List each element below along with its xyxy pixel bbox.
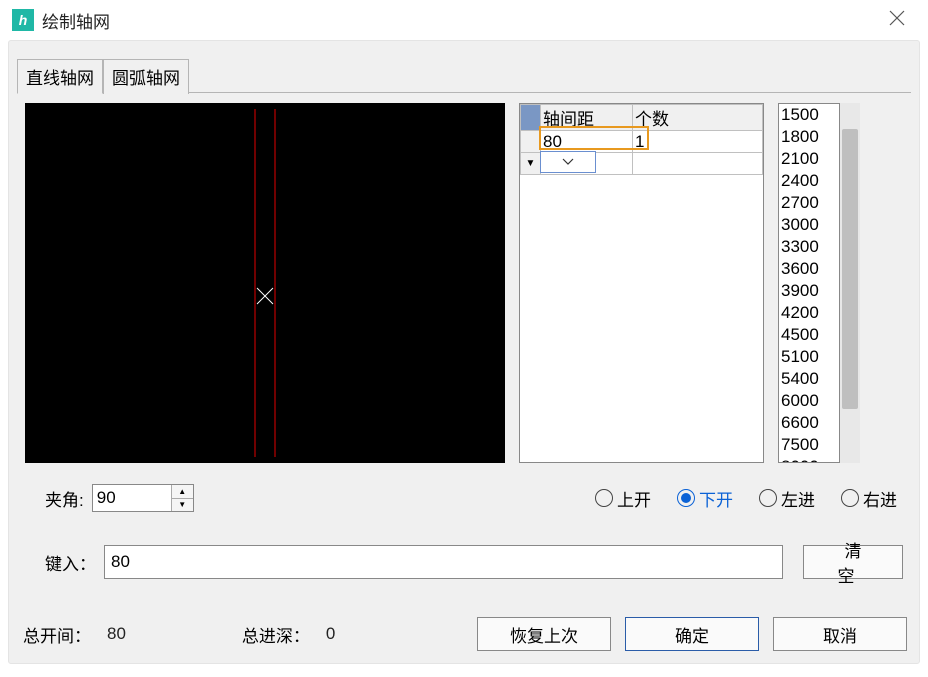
radio-down[interactable]: 下开 (677, 486, 733, 511)
direction-radios: 上开 下开 左进 右进 (595, 486, 911, 511)
angle-spin-down[interactable]: ▼ (172, 499, 193, 512)
key-input-field (104, 545, 783, 579)
preset-item[interactable]: 4200 (779, 302, 839, 324)
titlebar: h 绘制轴网 (0, 0, 928, 40)
clear-button[interactable]: 清空 (803, 545, 903, 579)
spacing-grid[interactable]: 轴间距 个数 80 1 ▼ (519, 103, 764, 463)
angle-row: 夹角: ▲ ▼ 上开 下开 (17, 481, 911, 515)
ok-button[interactable]: 确定 (625, 617, 759, 651)
chevron-down-icon (562, 158, 574, 166)
restore-button[interactable]: 恢复上次 (477, 617, 611, 651)
cell-count-new[interactable] (633, 153, 763, 175)
preset-item[interactable]: 2400 (779, 170, 839, 192)
preset-item[interactable]: 1800 (779, 126, 839, 148)
cancel-button[interactable]: 取消 (773, 617, 907, 651)
preset-item[interactable]: 6000 (779, 390, 839, 412)
radio-left-label: 左进 (781, 486, 815, 511)
grid-corner-cell[interactable] (521, 105, 541, 131)
col-header-count[interactable]: 个数 (633, 105, 763, 131)
preset-item[interactable]: 8000 (779, 456, 839, 463)
total-depth-label: 总进深： (242, 622, 310, 647)
radio-right-label: 右进 (863, 486, 897, 511)
scrollbar-thumb[interactable] (842, 129, 858, 409)
cell-count[interactable]: 1 (633, 131, 763, 153)
preset-item[interactable]: 5100 (779, 346, 839, 368)
window-title: 绘制轴网 (42, 8, 110, 33)
active-cell-highlight (539, 126, 649, 150)
cell-dropdown[interactable] (540, 151, 596, 173)
tab-arc-grid[interactable]: 圆弧轴网 (103, 59, 189, 94)
tab-content: 轴间距 个数 80 1 ▼ (17, 93, 911, 655)
key-input[interactable] (105, 546, 782, 578)
total-span-label: 总开间： (23, 622, 91, 647)
angle-label: 夹角: (45, 486, 84, 511)
input-row: 键入： 清空 (17, 543, 911, 581)
preset-item[interactable]: 4500 (779, 324, 839, 346)
dialog-window: h 绘制轴网 直线轴网 圆弧轴网 (0, 0, 928, 677)
close-icon (888, 9, 906, 27)
preset-item[interactable]: 7500 (779, 434, 839, 456)
preset-list[interactable]: 1500180021002400270030003300360039004200… (778, 103, 840, 463)
tab-linear-grid[interactable]: 直线轴网 (17, 59, 103, 94)
radio-left[interactable]: 左进 (759, 486, 815, 511)
preset-item[interactable]: 1500 (779, 104, 839, 126)
preset-item[interactable]: 3600 (779, 258, 839, 280)
radio-up-label: 上开 (617, 486, 651, 511)
angle-spin-up[interactable]: ▲ (172, 485, 193, 499)
total-depth-value: 0 (326, 624, 335, 644)
upper-row: 轴间距 个数 80 1 ▼ (17, 93, 911, 461)
angle-field: ▲ ▼ (92, 484, 194, 512)
angle-input[interactable] (93, 485, 171, 511)
preset-item[interactable]: 3900 (779, 280, 839, 302)
dialog-body: 直线轴网 圆弧轴网 (8, 40, 920, 664)
preset-scrollbar[interactable] (840, 103, 860, 463)
preset-item[interactable]: 5400 (779, 368, 839, 390)
preset-item[interactable]: 3300 (779, 236, 839, 258)
grid-preview[interactable] (25, 103, 505, 463)
radio-right[interactable]: 右进 (841, 486, 897, 511)
preset-item[interactable]: 2700 (779, 192, 839, 214)
total-span-value: 80 (107, 624, 126, 644)
radio-down-label: 下开 (699, 486, 733, 511)
input-label: 键入： (45, 550, 96, 575)
preset-panel: 1500180021002400270030003300360039004200… (778, 103, 868, 463)
row-header[interactable] (521, 131, 541, 153)
row-header-new[interactable]: ▼ (521, 153, 541, 175)
tab-bar: 直线轴网 圆弧轴网 (9, 41, 919, 94)
preset-item[interactable]: 3000 (779, 214, 839, 236)
radio-up[interactable]: 上开 (595, 486, 651, 511)
app-icon: h (12, 9, 34, 31)
preview-canvas (25, 103, 505, 463)
preset-item[interactable]: 6600 (779, 412, 839, 434)
footer-row: 总开间： 80 总进深： 0 恢复上次 确定 取消 (17, 615, 911, 653)
angle-spinner: ▲ ▼ (171, 485, 193, 511)
close-button[interactable] (878, 5, 916, 35)
preset-item[interactable]: 2100 (779, 148, 839, 170)
